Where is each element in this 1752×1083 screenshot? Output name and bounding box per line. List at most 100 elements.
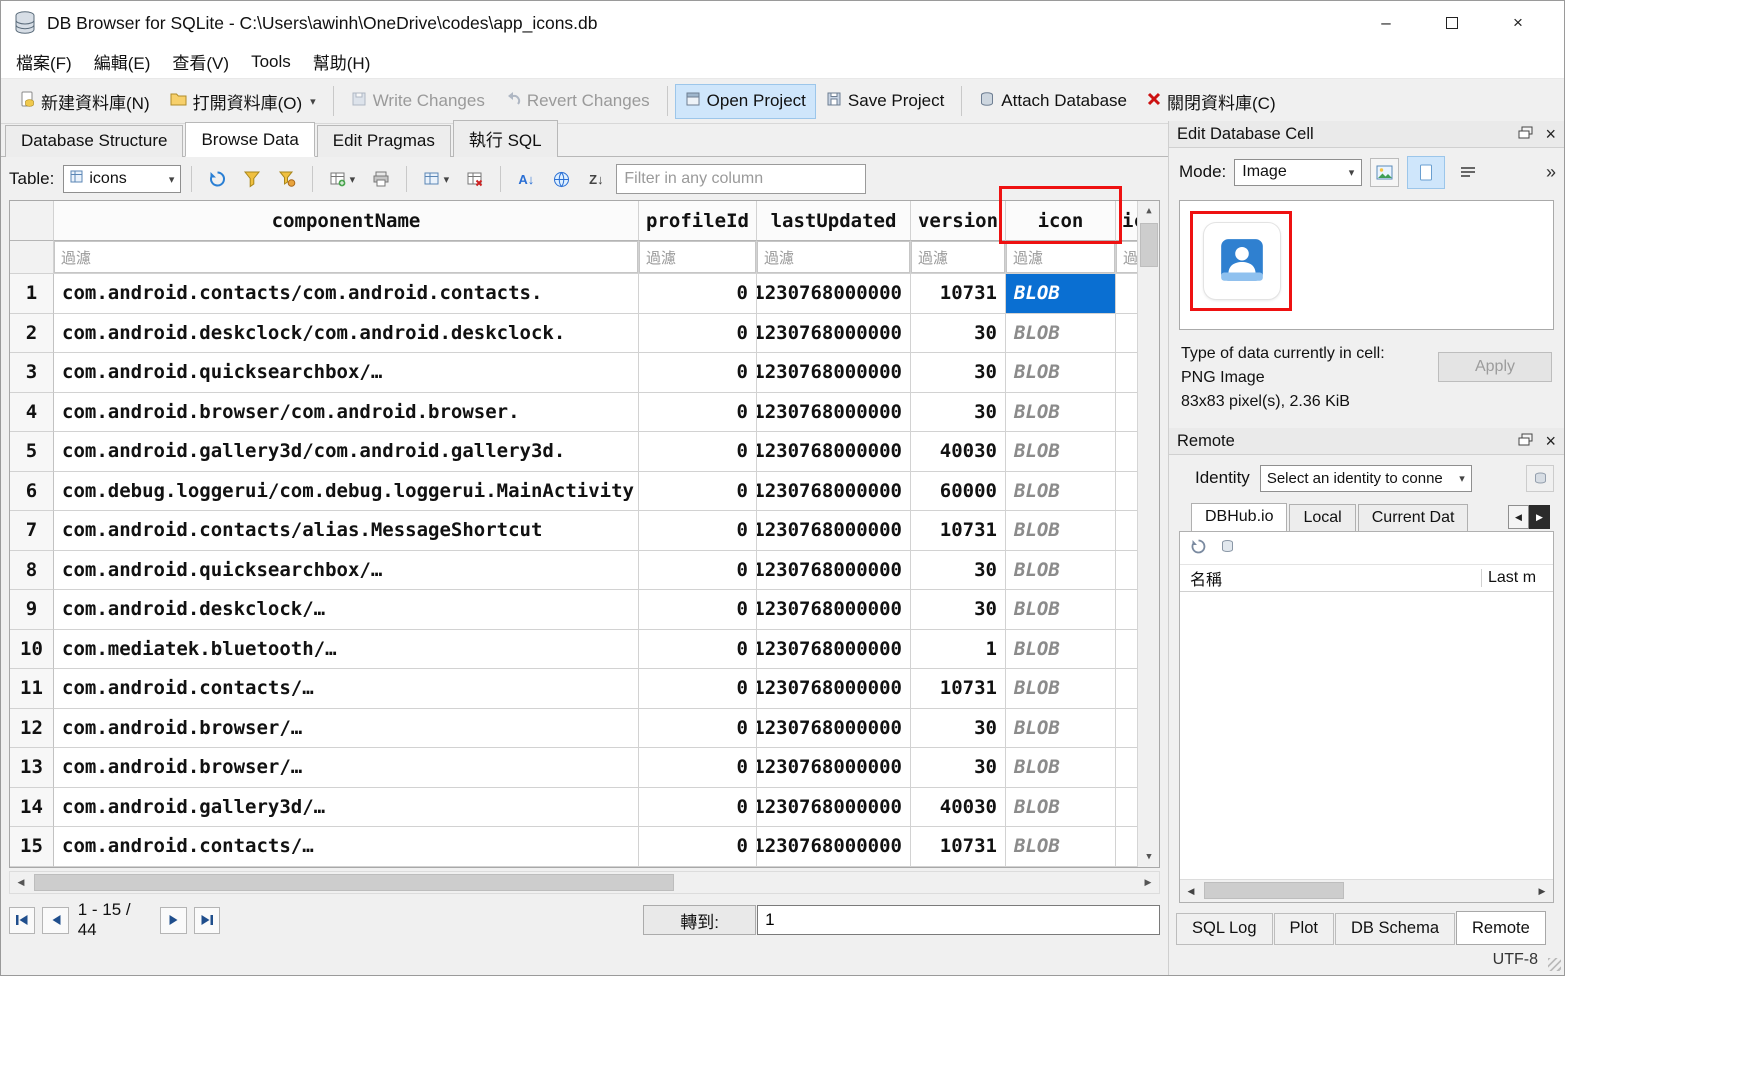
cell-icon-blob[interactable]: BLOB [1006, 748, 1116, 788]
cell-componentName[interactable]: com.android.gallery3d/… [54, 788, 639, 828]
cell-componentName[interactable]: com.android.gallery3d/com.android.galler… [54, 432, 639, 472]
cell-version[interactable]: 60000 [911, 472, 1006, 512]
minimize-button[interactable]: – [1353, 1, 1419, 45]
cell-icon-blob[interactable]: BLOB [1006, 432, 1116, 472]
cell-icon-blob[interactable]: BLOB [1006, 274, 1116, 314]
last-record-button[interactable] [194, 907, 220, 934]
filter-any-column-input[interactable] [616, 164, 866, 194]
row-number[interactable]: 2 [10, 314, 54, 354]
vertical-scroll-thumb[interactable] [1140, 223, 1158, 267]
cell-componentName[interactable]: com.android.quicksearchbox/… [54, 353, 639, 393]
text-view-toggle-button[interactable] [1407, 156, 1445, 189]
column-header-icon[interactable]: icon [1006, 201, 1116, 241]
cell-componentName[interactable]: com.android.contacts/com.android.contact… [54, 274, 639, 314]
cell-componentName[interactable]: com.android.quicksearchbox/… [54, 551, 639, 591]
cell-icon-blob[interactable]: BLOB [1006, 353, 1116, 393]
column-header-lastUpdated[interactable]: lastUpdated [757, 201, 911, 241]
remote-column-lastmodified[interactable]: Last m [1481, 569, 1553, 587]
next-record-button[interactable] [160, 907, 186, 934]
table-row[interactable]: 10 com.mediatek.bluetooth/… 0 1230768000… [10, 630, 1139, 670]
write-changes-button[interactable]: Write Changes [341, 84, 495, 119]
sort-desc-button[interactable]: Z↓ [581, 164, 611, 194]
tab-edit-pragmas[interactable]: Edit Pragmas [317, 125, 451, 157]
cell-componentName[interactable]: com.android.browser/… [54, 748, 639, 788]
cell-partial[interactable] [1116, 511, 1139, 551]
table-row[interactable]: 9 com.android.deskclock/… 0 123076800000… [10, 590, 1139, 630]
table-row[interactable]: 5 com.android.gallery3d/com.android.gall… [10, 432, 1139, 472]
filter-input-profileId[interactable]: 過濾 [639, 241, 757, 274]
row-number[interactable]: 3 [10, 353, 54, 393]
cell-lastUpdated[interactable]: 1230768000000 [757, 630, 911, 670]
tab-database-structure[interactable]: Database Structure [5, 125, 183, 157]
cell-partial[interactable] [1116, 590, 1139, 630]
import-image-button[interactable] [1370, 158, 1399, 187]
clear-filters-icon[interactable] [237, 164, 267, 194]
table-row[interactable]: 7 com.android.contacts/alias.MessageShor… [10, 511, 1139, 551]
cell-lastUpdated[interactable]: 1230768000000 [757, 511, 911, 551]
cell-partial[interactable] [1116, 432, 1139, 472]
delete-record-button[interactable] [460, 164, 490, 194]
cell-profileId[interactable]: 0 [639, 472, 757, 512]
row-number[interactable]: 1 [10, 274, 54, 314]
cell-componentName[interactable]: com.android.deskclock/com.android.deskcl… [54, 314, 639, 354]
table-row[interactable]: 2 com.android.deskclock/com.android.desk… [10, 314, 1139, 354]
cell-partial[interactable] [1116, 274, 1139, 314]
cell-componentName[interactable]: com.debug.loggerui/com.debug.loggerui.Ma… [54, 472, 639, 512]
dock-tab-plot[interactable]: Plot [1274, 913, 1334, 945]
cell-partial[interactable] [1116, 788, 1139, 828]
cell-profileId[interactable]: 0 [639, 511, 757, 551]
open-database-button[interactable]: 打開資料庫(O) ▾ [160, 82, 326, 121]
cell-icon-blob[interactable]: BLOB [1006, 472, 1116, 512]
table-row[interactable]: 14 com.android.gallery3d/… 0 12307680000… [10, 788, 1139, 828]
cell-version[interactable]: 30 [911, 314, 1006, 354]
cell-lastUpdated[interactable]: 1230768000000 [757, 788, 911, 828]
cell-partial[interactable] [1116, 551, 1139, 591]
column-header-partial[interactable]: ic [1116, 201, 1139, 241]
cell-lastUpdated[interactable]: 1230768000000 [757, 590, 911, 630]
insert-record-button[interactable]: ▾ [323, 164, 361, 194]
first-record-button[interactable] [9, 907, 35, 934]
cell-componentName[interactable]: com.mediatek.bluetooth/… [54, 630, 639, 670]
cell-version[interactable]: 40030 [911, 788, 1006, 828]
tab-execute-sql[interactable]: 執行 SQL [453, 120, 558, 157]
toolbar-overflow-button[interactable]: » [1546, 162, 1554, 183]
filter-input-icon[interactable]: 過濾 [1006, 241, 1116, 274]
close-panel-icon[interactable]: × [1545, 432, 1556, 450]
close-panel-icon[interactable]: × [1545, 125, 1556, 143]
row-number[interactable]: 4 [10, 393, 54, 433]
column-header-version[interactable]: version [911, 201, 1006, 241]
table-row[interactable]: 11 com.android.contacts/… 0 123076800000… [10, 669, 1139, 709]
column-header-profileId[interactable]: profileId [639, 201, 757, 241]
cell-lastUpdated[interactable]: 1230768000000 [757, 314, 911, 354]
grid-vertical-scrollbar[interactable]: ▲ ▼ [1137, 201, 1159, 867]
cell-profileId[interactable]: 0 [639, 748, 757, 788]
filter-input-version[interactable]: 過濾 [911, 241, 1006, 274]
revert-changes-button[interactable]: Revert Changes [495, 84, 660, 119]
row-number[interactable]: 7 [10, 511, 54, 551]
cell-icon-blob[interactable]: BLOB [1006, 669, 1116, 709]
menu-file[interactable]: 檔案(F) [5, 45, 83, 78]
open-database-dropdown-icon[interactable]: ▾ [310, 95, 316, 108]
menu-edit[interactable]: 編輯(E) [83, 45, 162, 78]
encoding-button[interactable] [546, 164, 576, 194]
menu-view[interactable]: 查看(V) [161, 45, 240, 78]
scroll-left-icon[interactable]: ◀ [10, 872, 32, 893]
cell-icon-blob[interactable]: BLOB [1006, 511, 1116, 551]
cell-version[interactable]: 30 [911, 393, 1006, 433]
cell-icon-blob[interactable]: BLOB [1006, 788, 1116, 828]
row-number[interactable]: 12 [10, 709, 54, 749]
cell-profileId[interactable]: 0 [639, 393, 757, 433]
tab-browse-data[interactable]: Browse Data [185, 122, 314, 157]
save-filter-icon[interactable] [272, 164, 302, 194]
new-database-button[interactable]: 新建資料庫(N) [9, 82, 160, 121]
cell-profileId[interactable]: 0 [639, 274, 757, 314]
goto-button[interactable]: 轉到: [643, 905, 756, 935]
cell-profileId[interactable]: 0 [639, 314, 757, 354]
cell-profileId[interactable]: 0 [639, 630, 757, 670]
cell-componentName[interactable]: com.android.deskclock/… [54, 590, 639, 630]
remote-tab-local[interactable]: Local [1289, 504, 1355, 532]
cell-lastUpdated[interactable]: 1230768000000 [757, 353, 911, 393]
row-number[interactable]: 8 [10, 551, 54, 591]
cell-lastUpdated[interactable]: 1230768000000 [757, 472, 911, 512]
remote-refresh-icon[interactable] [1190, 538, 1206, 559]
